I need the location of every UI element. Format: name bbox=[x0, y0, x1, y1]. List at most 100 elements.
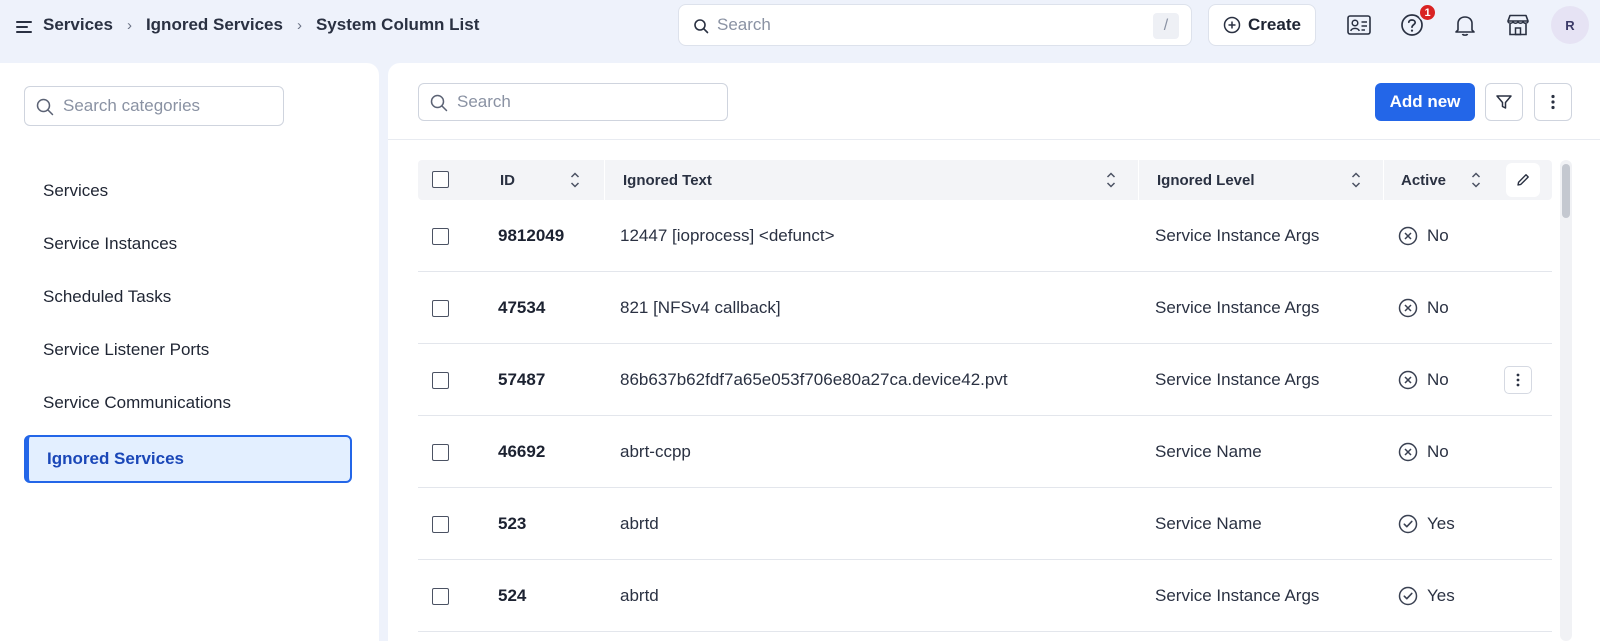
table-row[interactable]: 46692 abrt-ccpp Service Name No bbox=[418, 416, 1552, 488]
row-active-status: Yes bbox=[1398, 488, 1455, 560]
column-divider bbox=[1383, 160, 1384, 200]
row-ignored-text: 86b637b62fdf7a65e053f706e80a27ca.device4… bbox=[620, 370, 1008, 389]
table-search[interactable] bbox=[418, 83, 728, 121]
notification-badge: 1 bbox=[1418, 3, 1437, 22]
sort-icon[interactable] bbox=[1105, 170, 1117, 190]
sidebar-item-service-communications[interactable]: Service Communications bbox=[24, 379, 352, 427]
row-id[interactable]: 523 bbox=[498, 488, 526, 560]
row-id[interactable]: 47534 bbox=[498, 272, 545, 344]
store-icon[interactable] bbox=[1505, 12, 1531, 38]
row-actions-button[interactable] bbox=[1504, 366, 1532, 394]
menu-icon[interactable] bbox=[15, 18, 33, 36]
filter-icon bbox=[1496, 95, 1512, 109]
ignored-services-table: ID Ignored Text Ignored Level Active 981… bbox=[418, 160, 1552, 632]
breadcrumb-current: System Column List bbox=[315, 15, 480, 34]
sidebar-item-service-listener-ports[interactable]: Service Listener Ports bbox=[24, 326, 352, 374]
row-active-status: Yes bbox=[1398, 560, 1455, 632]
row-ignored-text: abrt-ccpp bbox=[620, 442, 691, 461]
sort-icon[interactable] bbox=[1470, 170, 1482, 190]
sidebar-item-label: Service Listener Ports bbox=[43, 340, 210, 359]
select-all-checkbox[interactable] bbox=[432, 171, 449, 188]
main-panel: Add new ID Ignored Text bbox=[388, 63, 1600, 641]
sidebar-item-label: Services bbox=[43, 181, 109, 200]
scrollbar-thumb[interactable] bbox=[1562, 164, 1570, 218]
add-new-button[interactable]: Add new bbox=[1375, 83, 1475, 121]
table-row[interactable]: 524 abrtd Service Instance Args Yes bbox=[418, 560, 1552, 632]
table-scrollbar[interactable] bbox=[1560, 160, 1572, 641]
row-id[interactable]: 57487 bbox=[498, 344, 545, 416]
row-active-status: No bbox=[1398, 272, 1449, 344]
sidebar-item-label: Service Instances bbox=[43, 234, 178, 253]
table-search-input[interactable] bbox=[457, 91, 717, 113]
x-circle-icon bbox=[1398, 298, 1418, 318]
sort-icon[interactable] bbox=[1350, 170, 1362, 190]
row-checkbox[interactable] bbox=[432, 372, 449, 389]
row-checkbox[interactable] bbox=[432, 300, 449, 317]
search-icon bbox=[36, 98, 54, 116]
more-options-button[interactable] bbox=[1534, 83, 1572, 121]
divider bbox=[388, 139, 1600, 140]
filter-button[interactable] bbox=[1485, 83, 1523, 121]
bell-icon[interactable] bbox=[1452, 12, 1478, 38]
column-header-ignored-level[interactable]: Ignored Level bbox=[1157, 160, 1255, 200]
category-search[interactable] bbox=[24, 86, 284, 126]
table-row[interactable]: 47534 821 [NFSv4 callback] Service Insta… bbox=[418, 272, 1552, 344]
search-icon bbox=[694, 19, 709, 34]
row-ignored-level: Service Name bbox=[1155, 514, 1262, 533]
table-row[interactable]: 523 abrtd Service Name Yes bbox=[418, 488, 1552, 560]
row-checkbox[interactable] bbox=[432, 516, 449, 533]
column-header-ignored-text[interactable]: Ignored Text bbox=[623, 160, 712, 200]
check-circle-icon bbox=[1398, 514, 1418, 534]
row-ignored-level: Service Instance Args bbox=[1155, 226, 1320, 245]
row-ignored-text: 821 [NFSv4 callback] bbox=[620, 298, 781, 317]
row-id[interactable]: 524 bbox=[498, 560, 526, 632]
sidebar-item-service-instances[interactable]: Service Instances bbox=[24, 220, 352, 268]
global-search[interactable]: / bbox=[678, 4, 1192, 46]
avatar[interactable]: R bbox=[1551, 6, 1589, 44]
sidebar-item-services[interactable]: Services bbox=[24, 167, 352, 215]
x-circle-icon bbox=[1398, 226, 1418, 246]
create-button[interactable]: Create bbox=[1208, 4, 1316, 46]
plus-circle-icon bbox=[1223, 16, 1241, 34]
table-header: ID Ignored Text Ignored Level Active bbox=[418, 160, 1552, 200]
row-ignored-text: abrtd bbox=[620, 514, 659, 533]
sort-icon[interactable] bbox=[569, 170, 581, 190]
row-ignored-text: 12447 [ioprocess] <defunct> bbox=[620, 226, 835, 245]
row-id[interactable]: 9812049 bbox=[498, 200, 564, 272]
row-checkbox[interactable] bbox=[432, 444, 449, 461]
create-label: Create bbox=[1248, 15, 1301, 34]
chevron-right-icon: › bbox=[126, 16, 132, 34]
sidebar-item-label: Ignored Services bbox=[47, 449, 185, 468]
row-active-status: No bbox=[1398, 344, 1449, 416]
row-checkbox[interactable] bbox=[432, 588, 449, 605]
x-circle-icon bbox=[1398, 370, 1418, 390]
column-divider bbox=[1138, 160, 1139, 200]
column-header-id[interactable]: ID bbox=[500, 160, 515, 200]
table-row[interactable]: 9812049 12447 [ioprocess] <defunct> Serv… bbox=[418, 200, 1552, 272]
column-header-active[interactable]: Active bbox=[1401, 160, 1446, 200]
contact-card-icon[interactable] bbox=[1346, 12, 1372, 38]
shortcut-key: / bbox=[1153, 13, 1179, 39]
row-id[interactable]: 46692 bbox=[498, 416, 545, 488]
edit-columns-button[interactable] bbox=[1506, 163, 1540, 197]
breadcrumb-services[interactable]: Services bbox=[43, 15, 113, 35]
column-divider bbox=[604, 160, 605, 200]
row-active-status: No bbox=[1398, 200, 1449, 272]
sidebar-item-ignored-services[interactable]: Ignored Services bbox=[24, 435, 352, 483]
breadcrumb: Services › Ignored Services › System Col… bbox=[43, 14, 479, 36]
row-ignored-level: Service Name bbox=[1155, 442, 1262, 461]
table-row[interactable]: 57487 86b637b62fdf7a65e053f706e80a27ca.d… bbox=[418, 344, 1552, 416]
row-ignored-level: Service Instance Args bbox=[1155, 298, 1320, 317]
global-search-input[interactable] bbox=[717, 13, 1117, 37]
row-ignored-level: Service Instance Args bbox=[1155, 586, 1320, 605]
breadcrumb-ignored-services[interactable]: Ignored Services bbox=[146, 15, 283, 35]
category-search-input[interactable] bbox=[63, 95, 273, 117]
sidebar-item-scheduled-tasks[interactable]: Scheduled Tasks bbox=[24, 273, 352, 321]
pencil-icon bbox=[1517, 174, 1529, 186]
search-icon bbox=[430, 94, 448, 112]
row-ignored-level: Service Instance Args bbox=[1155, 370, 1320, 389]
row-ignored-text: abrtd bbox=[620, 586, 659, 605]
check-circle-icon bbox=[1398, 586, 1418, 606]
row-checkbox[interactable] bbox=[432, 228, 449, 245]
sidebar-item-label: Scheduled Tasks bbox=[43, 287, 172, 306]
